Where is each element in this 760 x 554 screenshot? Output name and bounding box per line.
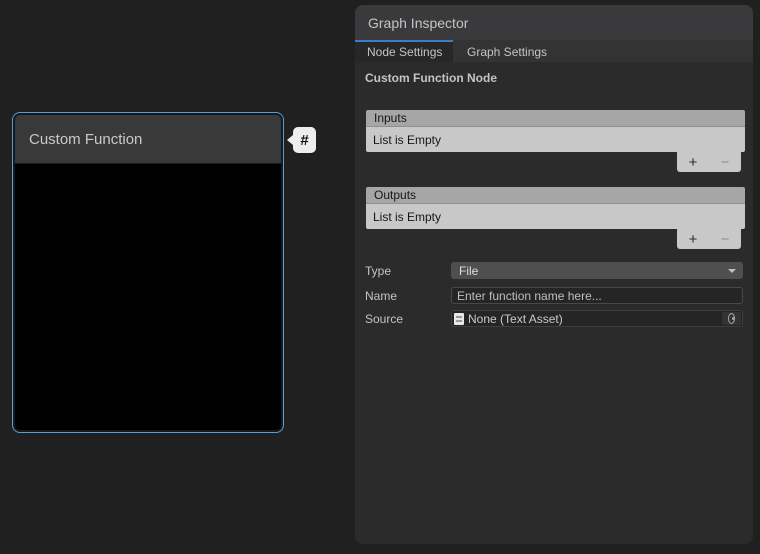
name-field-row: Name (365, 287, 743, 304)
source-object-value: None (Text Asset) (468, 312, 563, 326)
outputs-remove-button[interactable]: − (715, 232, 736, 247)
inputs-list: Inputs List is Empty + − (366, 110, 745, 172)
graph-inspector-panel: Graph Inspector Node Settings Graph Sett… (355, 5, 753, 544)
outputs-add-button[interactable]: + (683, 232, 704, 247)
tab-node-settings[interactable]: Node Settings (355, 40, 453, 62)
object-picker-icon (728, 313, 735, 324)
outputs-list-header: Outputs (366, 187, 745, 203)
outputs-list: Outputs List is Empty + − (366, 187, 745, 249)
chevron-down-icon (728, 269, 736, 273)
outputs-list-empty-label: List is Empty (373, 210, 441, 224)
tab-graph-settings-label: Graph Settings (467, 45, 547, 59)
tab-graph-settings[interactable]: Graph Settings (453, 40, 561, 62)
hash-badge[interactable]: # (293, 127, 316, 153)
graph-canvas[interactable]: { "colors": { "accent_blue": "#3C7DC9", … (0, 0, 760, 554)
inputs-list-empty-label: List is Empty (373, 133, 441, 147)
inputs-remove-button[interactable]: − (715, 155, 736, 170)
tab-bar: Node Settings Graph Settings (355, 40, 753, 62)
outputs-list-empty-row: List is Empty (366, 203, 745, 229)
panel-header[interactable]: Graph Inspector (355, 5, 753, 40)
source-field-row: Source None (Text Asset) (365, 310, 743, 327)
function-name-input[interactable] (451, 287, 743, 304)
object-picker-button[interactable] (722, 312, 741, 325)
inputs-list-empty-row: List is Empty (366, 126, 745, 152)
custom-function-node[interactable]: Custom Function (12, 112, 284, 433)
inputs-list-header: Inputs (366, 110, 745, 126)
inputs-add-button[interactable]: + (683, 155, 704, 170)
outputs-list-footer: + − (677, 229, 741, 249)
source-field-label: Source (365, 312, 451, 326)
tab-node-settings-label: Node Settings (367, 45, 442, 59)
type-field-row: Type File (365, 262, 743, 279)
node-preview (15, 164, 281, 430)
outputs-list-header-label: Outputs (374, 188, 416, 202)
section-title: Custom Function Node (365, 71, 497, 85)
inputs-list-header-label: Inputs (374, 111, 407, 125)
source-object-field[interactable]: None (Text Asset) (451, 310, 743, 327)
hash-icon: # (300, 132, 308, 149)
type-field-label: Type (365, 264, 451, 278)
node-title: Custom Function (29, 131, 142, 148)
type-dropdown-value: File (459, 264, 478, 278)
name-field-label: Name (365, 289, 451, 303)
type-dropdown[interactable]: File (451, 262, 743, 279)
panel-title: Graph Inspector (368, 15, 468, 31)
inputs-list-footer: + − (677, 152, 741, 172)
text-asset-icon (454, 313, 464, 325)
node-header: Custom Function (15, 115, 281, 163)
